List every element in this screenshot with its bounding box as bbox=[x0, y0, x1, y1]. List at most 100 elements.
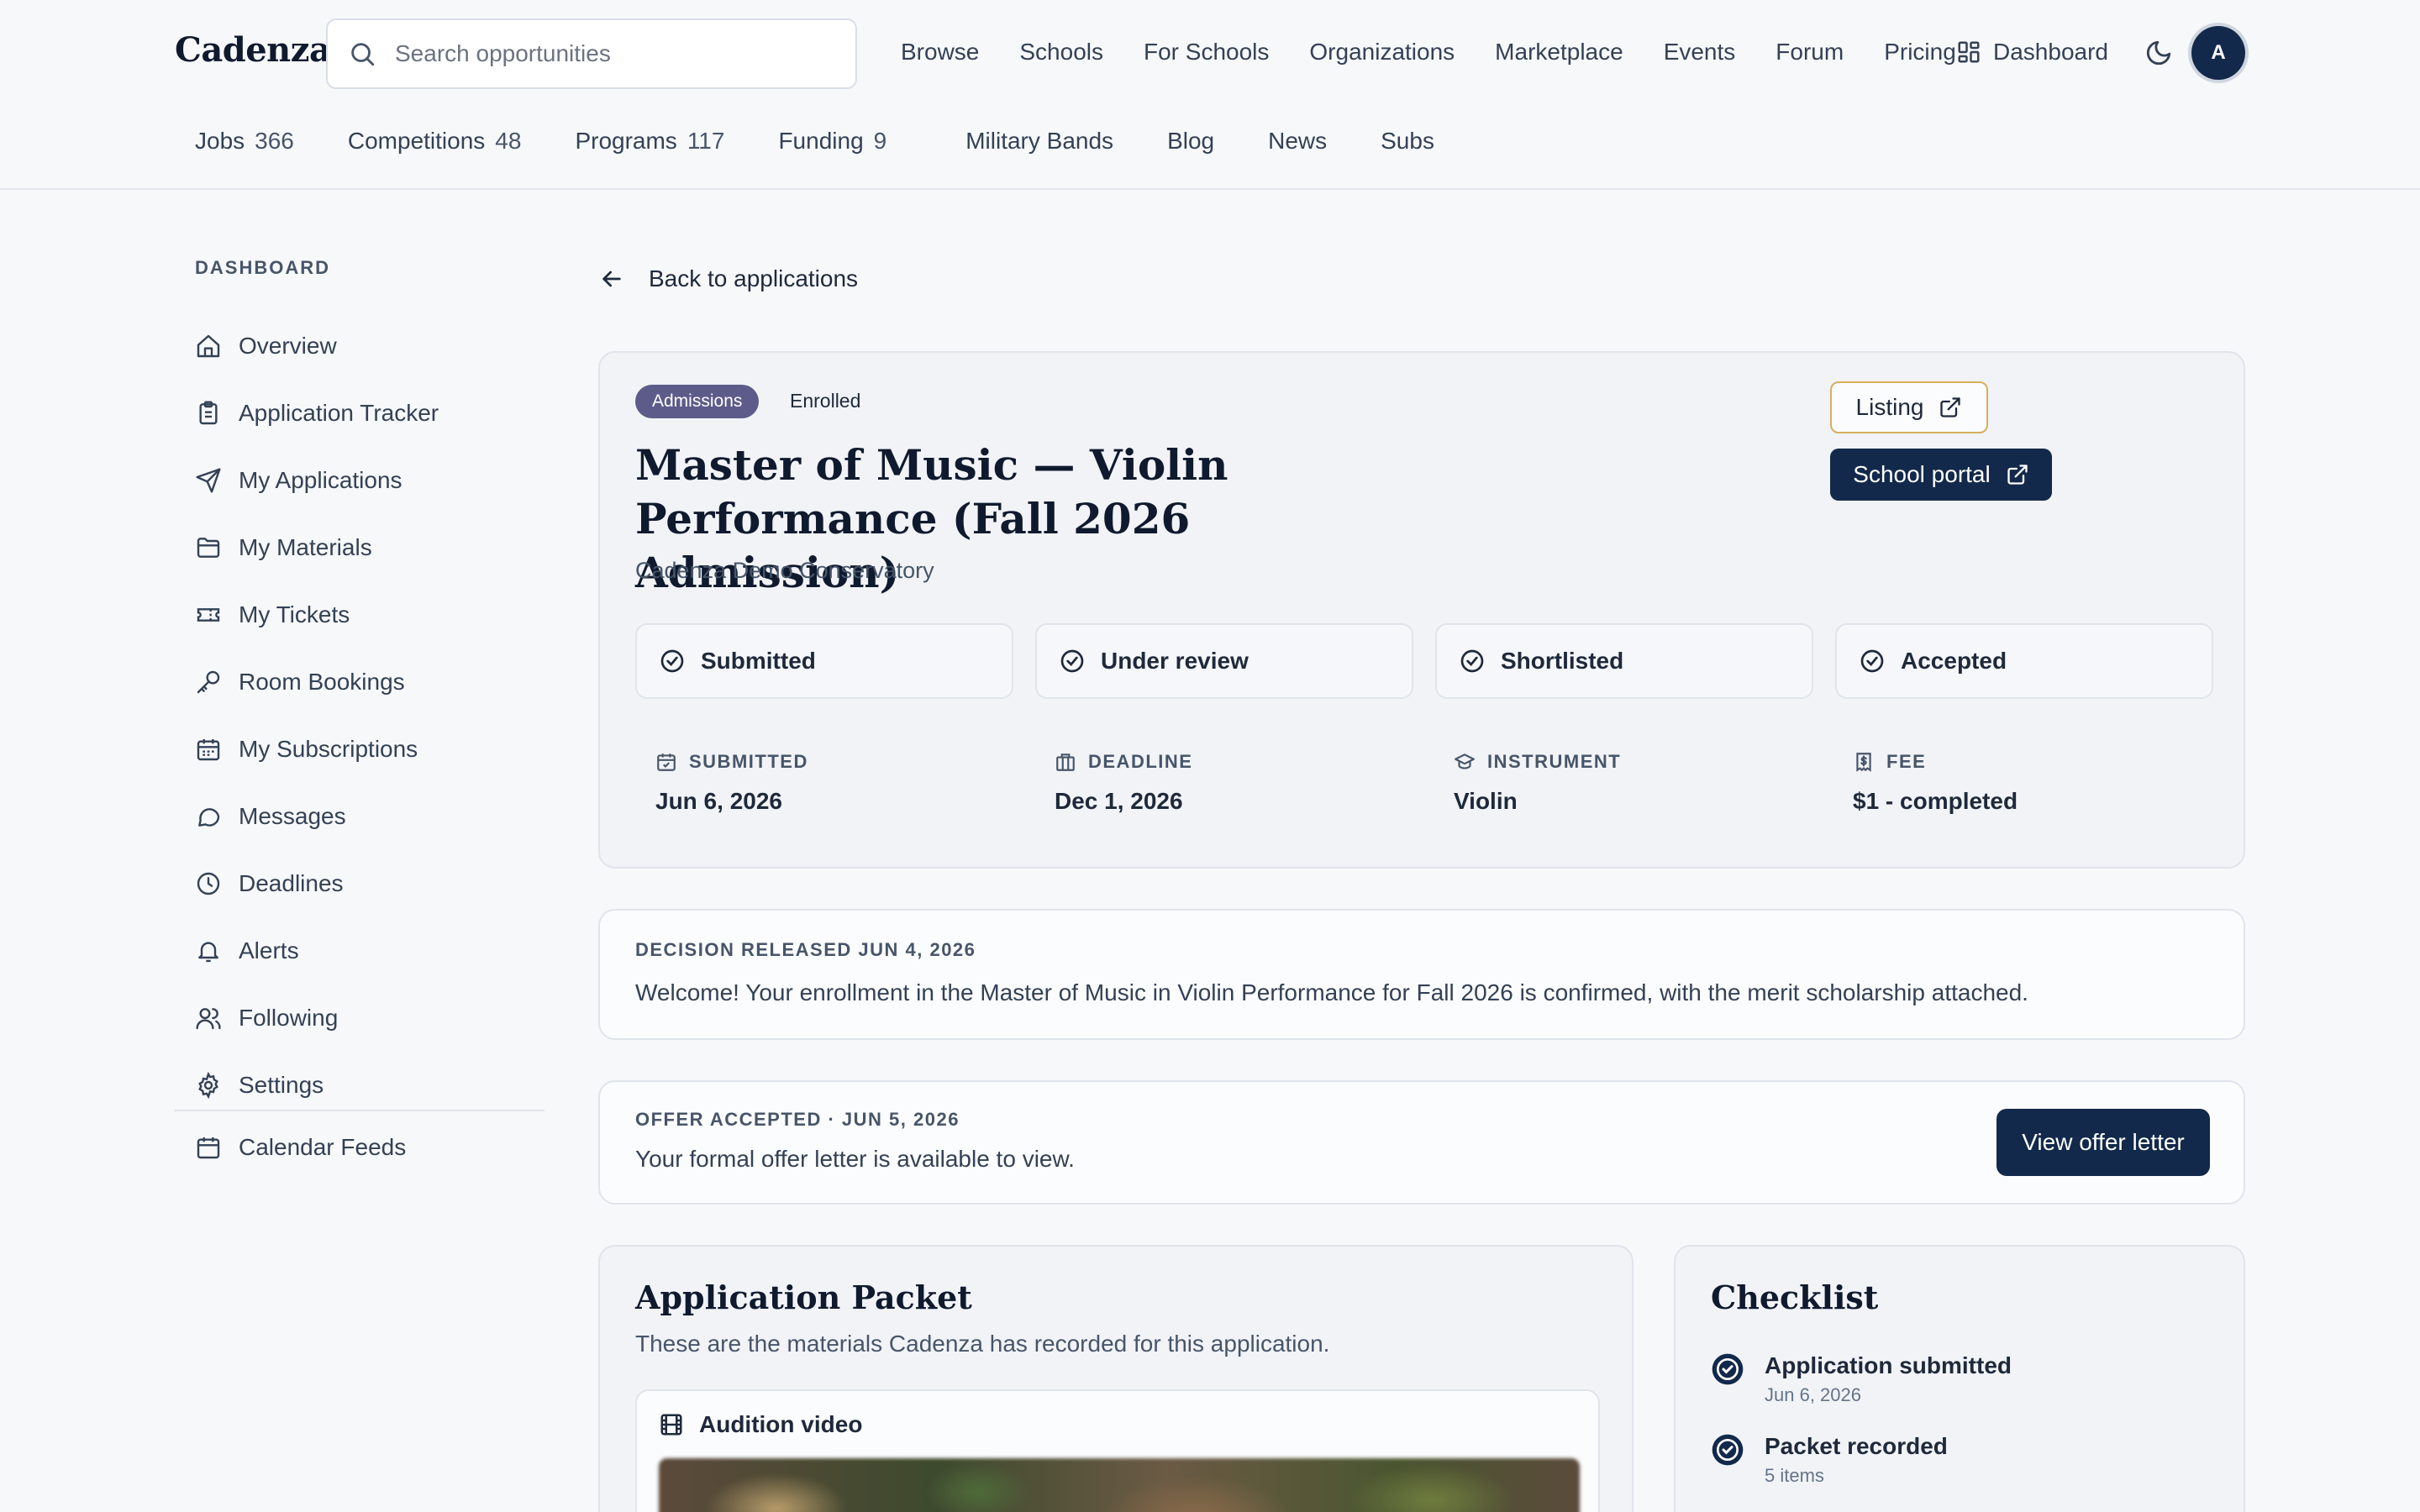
send-icon bbox=[196, 468, 221, 493]
sidebar-item-my-materials[interactable]: My Materials bbox=[195, 514, 548, 581]
decision-card: DECISION RELEASED JUN 4, 2026 Welcome! Y… bbox=[598, 909, 2245, 1040]
meta-label: SUBMITTED bbox=[689, 751, 808, 772]
receipt-icon bbox=[1856, 753, 1871, 772]
avatar[interactable]: A bbox=[2191, 26, 2245, 80]
sidebar-item-deadlines[interactable]: Deadlines bbox=[195, 850, 548, 917]
back-label: Back to applications bbox=[649, 265, 859, 291]
application-summary-card: Admissions Enrolled Master of Music — Vi… bbox=[598, 351, 2245, 869]
subnav-subs[interactable]: Subs bbox=[1381, 128, 1434, 155]
sidebar-divider bbox=[175, 1110, 544, 1111]
nav-forum[interactable]: Forum bbox=[1776, 32, 1844, 72]
decision-text: Welcome! Your enrollment in the Master o… bbox=[635, 979, 2028, 1005]
subnav-jobs[interactable]: Jobs 366 bbox=[195, 128, 294, 155]
subnav-programs[interactable]: Programs 117 bbox=[575, 128, 724, 155]
video-thumbnail[interactable] bbox=[659, 1458, 1580, 1512]
school-portal-button[interactable]: School portal bbox=[1830, 449, 2052, 501]
nav-for-schools[interactable]: For Schools bbox=[1144, 32, 1269, 72]
nav-schools[interactable]: Schools bbox=[1019, 32, 1103, 72]
sidebar-item-label: My Tickets bbox=[239, 601, 350, 627]
home-icon bbox=[197, 334, 220, 358]
sidebar-item-label: Calendar Feeds bbox=[239, 1134, 407, 1160]
sidebar-item-label: My Applications bbox=[239, 467, 402, 493]
category-badge: Admissions bbox=[635, 385, 760, 418]
subnav-competitions-count: 48 bbox=[495, 128, 522, 154]
meta-fee: FEE $1 - completed bbox=[1853, 751, 2252, 815]
nav-marketplace[interactable]: Marketplace bbox=[1495, 32, 1623, 72]
subnav-programs-count: 117 bbox=[687, 128, 725, 154]
users-icon bbox=[196, 1008, 221, 1030]
packet-description: These are the materials Cadenza has reco… bbox=[635, 1331, 1330, 1357]
search-input[interactable] bbox=[395, 40, 832, 67]
audition-video-card: Audition video bbox=[635, 1389, 1600, 1512]
meta-value: Violin bbox=[1454, 788, 1518, 814]
nav-events[interactable]: Events bbox=[1664, 32, 1736, 72]
offer-text: Your formal offer letter is available to… bbox=[635, 1146, 1075, 1172]
nav-dashboard-label: Dashboard bbox=[1993, 39, 2108, 65]
folder-icon bbox=[197, 538, 220, 558]
gear-icon bbox=[198, 1072, 218, 1099]
sidebar-item-following[interactable]: Following bbox=[195, 984, 548, 1052]
subnav-competitions-label: Competitions bbox=[347, 128, 486, 154]
stage-label: Under review bbox=[1101, 648, 1249, 674]
check-circle-icon bbox=[1860, 649, 1884, 673]
ticket-icon bbox=[197, 608, 220, 622]
sidebar-item-label: My Subscriptions bbox=[239, 736, 418, 762]
key-icon bbox=[197, 670, 220, 694]
subnav-blog[interactable]: Blog bbox=[1167, 128, 1214, 155]
subnav-funding-label: Funding bbox=[778, 128, 864, 154]
subnav-jobs-label: Jobs bbox=[195, 128, 245, 154]
graduation-cap-icon bbox=[1455, 753, 1475, 769]
offer-card: OFFER ACCEPTED · JUN 5, 2026 Your formal… bbox=[598, 1080, 2245, 1205]
status-badge: Enrolled bbox=[790, 390, 861, 412]
meta-value: $1 - completed bbox=[1853, 788, 2018, 814]
subnav-military-bands[interactable]: Military Bands bbox=[965, 128, 1113, 155]
check-circle-icon bbox=[1460, 649, 1484, 673]
sidebar-item-label: My Materials bbox=[239, 534, 372, 560]
sidebar-item-label: Settings bbox=[239, 1072, 324, 1098]
stage-submitted: Submitted bbox=[635, 623, 1013, 699]
nav-dashboard[interactable]: Dashboard bbox=[1956, 32, 2108, 72]
sidebar-item-room-bookings[interactable]: Room Bookings bbox=[195, 648, 548, 716]
sidebar-item-label: Application Tracker bbox=[239, 400, 439, 426]
stage-label: Accepted bbox=[1901, 648, 2007, 674]
offer-caption: OFFER ACCEPTED · JUN 5, 2026 bbox=[635, 1109, 960, 1130]
nav-pricing[interactable]: Pricing bbox=[1884, 32, 1956, 72]
meta-value: Jun 6, 2026 bbox=[655, 788, 782, 814]
meta-label: INSTRUMENT bbox=[1487, 751, 1622, 772]
sidebar-item-label: Alerts bbox=[239, 937, 299, 963]
sidebar-item-label: Overview bbox=[239, 333, 337, 359]
meta-submitted: SUBMITTED Jun 6, 2026 bbox=[655, 751, 1055, 815]
sidebar-item-my-subscriptions[interactable]: My Subscriptions bbox=[195, 716, 548, 783]
audition-video-label: Audition video bbox=[699, 1411, 863, 1437]
search-icon bbox=[351, 43, 375, 66]
listing-button-label: Listing bbox=[1855, 394, 1924, 420]
application-meta: SUBMITTED Jun 6, 2026 DEADLINE Dec 1, 20… bbox=[655, 751, 2252, 815]
subnav-news[interactable]: News bbox=[1268, 128, 1327, 155]
sidebar-item-my-applications[interactable]: My Applications bbox=[195, 447, 548, 514]
sidebar-item-settings[interactable]: Settings bbox=[195, 1052, 548, 1119]
school-portal-button-label: School portal bbox=[1853, 461, 1991, 487]
search-box[interactable] bbox=[326, 18, 857, 89]
sidebar-item-messages[interactable]: Messages bbox=[195, 783, 548, 850]
view-offer-letter-button[interactable]: View offer letter bbox=[1996, 1109, 2210, 1176]
nav-organizations[interactable]: Organizations bbox=[1309, 32, 1455, 72]
nav-browse[interactable]: Browse bbox=[901, 32, 979, 72]
sidebar-item-my-tickets[interactable]: My Tickets bbox=[195, 581, 548, 648]
top-header: Cadenza Browse Schools For Schools Organ… bbox=[0, 0, 2420, 190]
category-subnav: Jobs 366 Competitions 48 Programs 117 Fundi… bbox=[195, 128, 1488, 155]
checklist-item-title: Application submitted bbox=[1765, 1352, 2012, 1378]
building-icon bbox=[1056, 753, 1075, 771]
subnav-competitions[interactable]: Competitions 48 bbox=[348, 128, 522, 155]
back-to-applications-link[interactable]: Back to applications bbox=[598, 265, 858, 292]
subnav-jobs-count: 366 bbox=[255, 128, 294, 154]
subnav-funding[interactable]: Funding 9 bbox=[778, 128, 886, 155]
school-name: Cadenza Demo Conservatory bbox=[635, 558, 934, 583]
sidebar-item-overview[interactable]: Overview bbox=[195, 312, 548, 380]
sidebar-item-alerts[interactable]: Alerts bbox=[195, 917, 548, 984]
listing-button[interactable]: Listing bbox=[1830, 381, 1988, 433]
logo[interactable]: Cadenza bbox=[175, 30, 331, 70]
sidebar-item-application-tracker[interactable]: Application Tracker bbox=[195, 380, 548, 447]
sidebar-item-calendar-feeds[interactable]: Calendar Feeds bbox=[195, 1114, 548, 1181]
meta-label: DEADLINE bbox=[1088, 751, 1193, 772]
moon-icon[interactable] bbox=[2144, 39, 2173, 67]
